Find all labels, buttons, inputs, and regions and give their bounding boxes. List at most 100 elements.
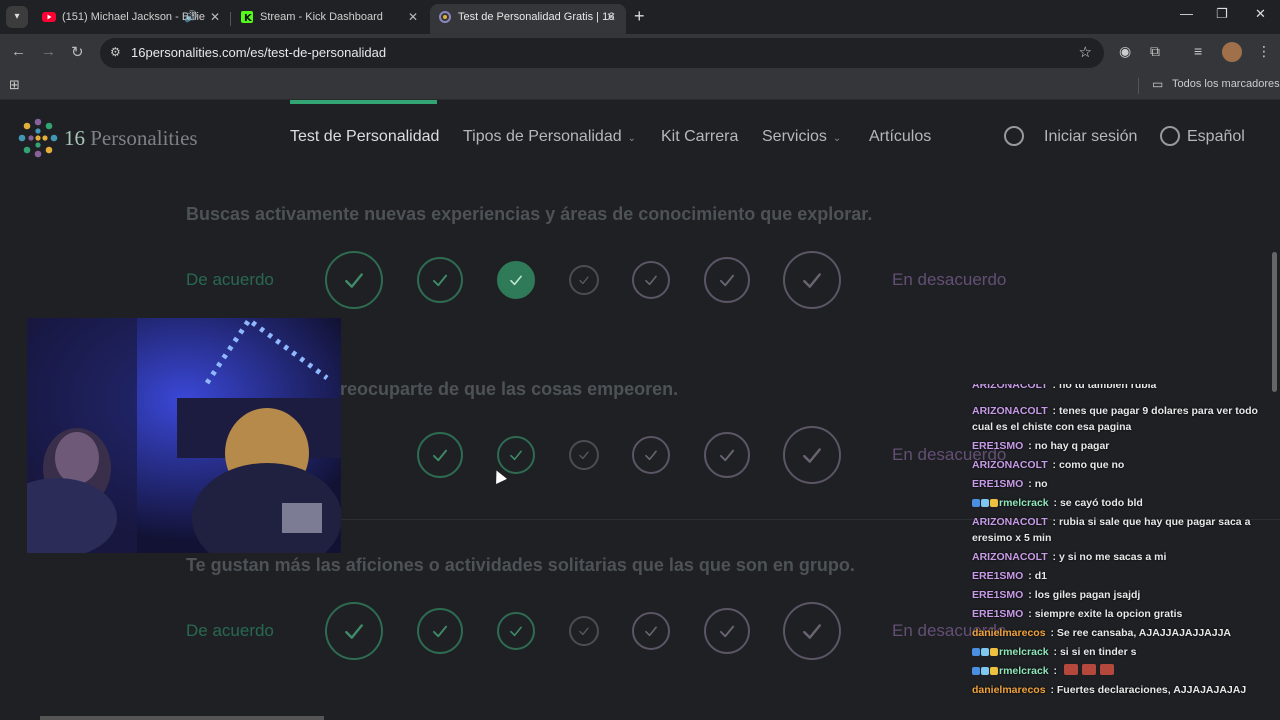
chat-username: ERE1SMO [972, 608, 1024, 620]
answer-option-7[interactable] [783, 426, 841, 484]
address-bar[interactable]: ⚙ 16personalities.com/es/test-de-persona… [100, 38, 1104, 68]
reload-button[interactable]: ↻ [71, 43, 84, 61]
nav-kit-carrera[interactable]: Kit Carrera [661, 128, 738, 146]
question-text: Te gustan más las aficiones o actividade… [186, 555, 855, 575]
new-tab-button[interactable]: + [634, 6, 645, 26]
question-text: reocuparte de que las cosas empeoren. [340, 379, 679, 399]
incognito-icon[interactable]: ◉ [1119, 43, 1131, 60]
check-icon [432, 274, 448, 287]
extensions-icon[interactable]: ⧉ [1150, 43, 1160, 60]
check-icon [345, 273, 363, 288]
chat-badge-icon [981, 499, 989, 507]
nav-articulos[interactable]: Artículos [869, 128, 931, 146]
tab-16personalities[interactable]: Test de Personalidad Gratis | 16 ✕ [430, 4, 626, 34]
answer-option-7[interactable] [783, 251, 841, 309]
globe-icon[interactable] [1160, 126, 1180, 146]
webcam-video [27, 318, 341, 553]
check-icon [510, 626, 522, 637]
tab-title: Stream - Kick Dashboard [260, 11, 383, 23]
check-icon [510, 275, 522, 286]
check-icon [510, 450, 522, 461]
folder-icon[interactable]: ▭ [1152, 77, 1163, 91]
tab-search-button[interactable]: ▾ [6, 6, 28, 28]
profile-avatar[interactable] [1222, 42, 1242, 62]
answer-option-6[interactable] [704, 257, 750, 303]
nav-servicios[interactable]: Servicios ⌄ [762, 128, 841, 146]
svg-text:K: K [244, 13, 253, 23]
check-icon [719, 274, 735, 287]
chat-text: si si en tinder s [1059, 646, 1137, 658]
16personalities-logo[interactable] [16, 116, 60, 160]
check-icon [645, 450, 657, 461]
menu-icon[interactable]: ⋮ [1257, 43, 1271, 60]
check-icon [645, 275, 657, 286]
bookmarks-bar: ⊞ ▭ Todos los marcadores [0, 72, 1280, 100]
webcam-overlay [27, 318, 341, 553]
answer-option-4[interactable] [569, 616, 599, 646]
forward-button[interactable]: → [41, 43, 56, 60]
login-link[interactable]: Iniciar sesión [1044, 128, 1137, 146]
close-window-button[interactable]: ✕ [1255, 6, 1266, 22]
chat-badge-icon [990, 499, 998, 507]
answer-option-7[interactable] [783, 602, 841, 660]
answer-option-3[interactable] [497, 436, 535, 474]
accessibility-icon[interactable] [1004, 126, 1024, 146]
bookmark-star-icon[interactable]: ☆ [1079, 43, 1092, 61]
minimize-button[interactable]: — [1180, 6, 1193, 21]
browser-tab-strip: ▾ (151) Michael Jackson - Billie 🔊 ✕ K S… [0, 0, 1280, 34]
chat-badge-icon [972, 648, 980, 656]
media-controls-icon[interactable]: ≡ [1194, 43, 1202, 59]
answer-option-6[interactable] [704, 432, 750, 478]
answer-option-5[interactable] [632, 261, 670, 299]
chat-username: danielmarecos [972, 627, 1046, 639]
tab-title: Test de Personalidad Gratis | 16 [458, 11, 615, 23]
close-icon[interactable]: ✕ [210, 4, 220, 30]
chat-username: ERE1SMO [972, 589, 1024, 601]
chat-text: los giles pagan jsajdj [1034, 589, 1141, 601]
chat-username: rmelcrack [999, 646, 1049, 658]
answer-option-2[interactable] [417, 608, 463, 654]
answer-option-6[interactable] [704, 608, 750, 654]
chat-badge-icon [990, 648, 998, 656]
chat-emote-icon [1099, 664, 1114, 675]
language-selector[interactable]: Español [1187, 128, 1245, 146]
url-text: 16personalities.com/es/test-de-personali… [131, 45, 387, 60]
chat-message: ARIZONACOLT : rubia si sale que hay que … [972, 516, 1251, 544]
check-icon [345, 624, 363, 639]
close-icon[interactable]: ✕ [606, 4, 616, 30]
brand-wordmark[interactable]: 16 Personalities [64, 126, 198, 151]
page-scrollbar[interactable] [1272, 252, 1277, 392]
site-info-icon[interactable]: ⚙ [110, 45, 121, 59]
close-icon[interactable]: ✕ [408, 4, 418, 30]
browser-toolbar: ← → ↻ ⚙ 16personalities.com/es/test-de-p… [0, 34, 1280, 72]
tab-youtube[interactable]: (151) Michael Jackson - Billie 🔊 ✕ [34, 4, 230, 34]
speaker-icon[interactable]: 🔊 [184, 4, 198, 30]
chat-username: ARIZONACOLT [972, 384, 1048, 391]
chat-emote-icon [1063, 664, 1078, 675]
all-bookmarks-link[interactable]: Todos los marcadores [1172, 78, 1280, 90]
answer-option-3[interactable] [497, 261, 535, 299]
apps-grid-icon[interactable]: ⊞ [9, 77, 20, 93]
chevron-down-icon: ⌄ [832, 133, 842, 144]
answer-option-1[interactable] [325, 602, 383, 660]
nav-test-de-personalidad[interactable]: Test de Personalidad [290, 128, 439, 146]
nav-tipos-de-personalidad[interactable]: Tipos de Personalidad ⌄ [463, 128, 636, 146]
tab-kick[interactable]: K Stream - Kick Dashboard ✕ [232, 4, 428, 34]
back-button[interactable]: ← [11, 43, 26, 60]
chat-emote-icon [1081, 664, 1096, 675]
answer-option-5[interactable] [632, 612, 670, 650]
chat-username: rmelcrack [999, 665, 1049, 677]
answer-option-2[interactable] [417, 257, 463, 303]
check-icon [803, 273, 821, 288]
answer-option-4[interactable] [569, 265, 599, 295]
restore-button[interactable]: ❐ [1216, 6, 1228, 22]
answer-option-3[interactable] [497, 612, 535, 650]
chat-text: se cayó todo bld [1059, 497, 1143, 509]
chat-message: ERE1SMO : no hay q pagar [972, 440, 1110, 452]
answer-option-4[interactable] [569, 440, 599, 470]
answer-option-2[interactable] [417, 432, 463, 478]
answer-option-5[interactable] [632, 436, 670, 474]
chat-text: d1 [1034, 570, 1047, 582]
answer-option-1[interactable] [325, 251, 383, 309]
chat-message: ARIZONACOLT : no tu también rubia [972, 384, 1278, 393]
